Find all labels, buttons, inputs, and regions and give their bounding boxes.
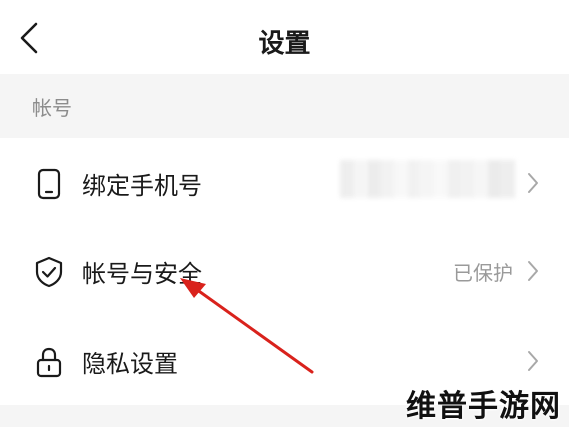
row-label: 隐私设置 (82, 349, 178, 378)
obscured-phone-number (340, 160, 516, 198)
lock-icon (34, 346, 64, 378)
chevron-right-icon (525, 169, 541, 197)
settings-page: 设置 帐号 绑定手机号 帐号与安全 已保护 隐私设置 维普手游网 (0, 0, 569, 427)
chevron-right-icon (525, 347, 541, 375)
row-label: 帐号与安全 (82, 259, 202, 288)
page-title: 设置 (258, 28, 311, 59)
row-label: 绑定手机号 (82, 171, 202, 200)
watermark-text: 维普手游网 (406, 389, 561, 424)
section-label: 帐号 (32, 95, 72, 120)
chevron-right-icon (525, 257, 541, 285)
security-status-text: 已保护 (453, 260, 513, 285)
section-header: 帐号 (0, 74, 569, 138)
shield-check-icon (34, 256, 64, 288)
phone-icon (34, 168, 64, 200)
settings-row-account-security[interactable]: 帐号与安全 已保护 (0, 226, 569, 316)
